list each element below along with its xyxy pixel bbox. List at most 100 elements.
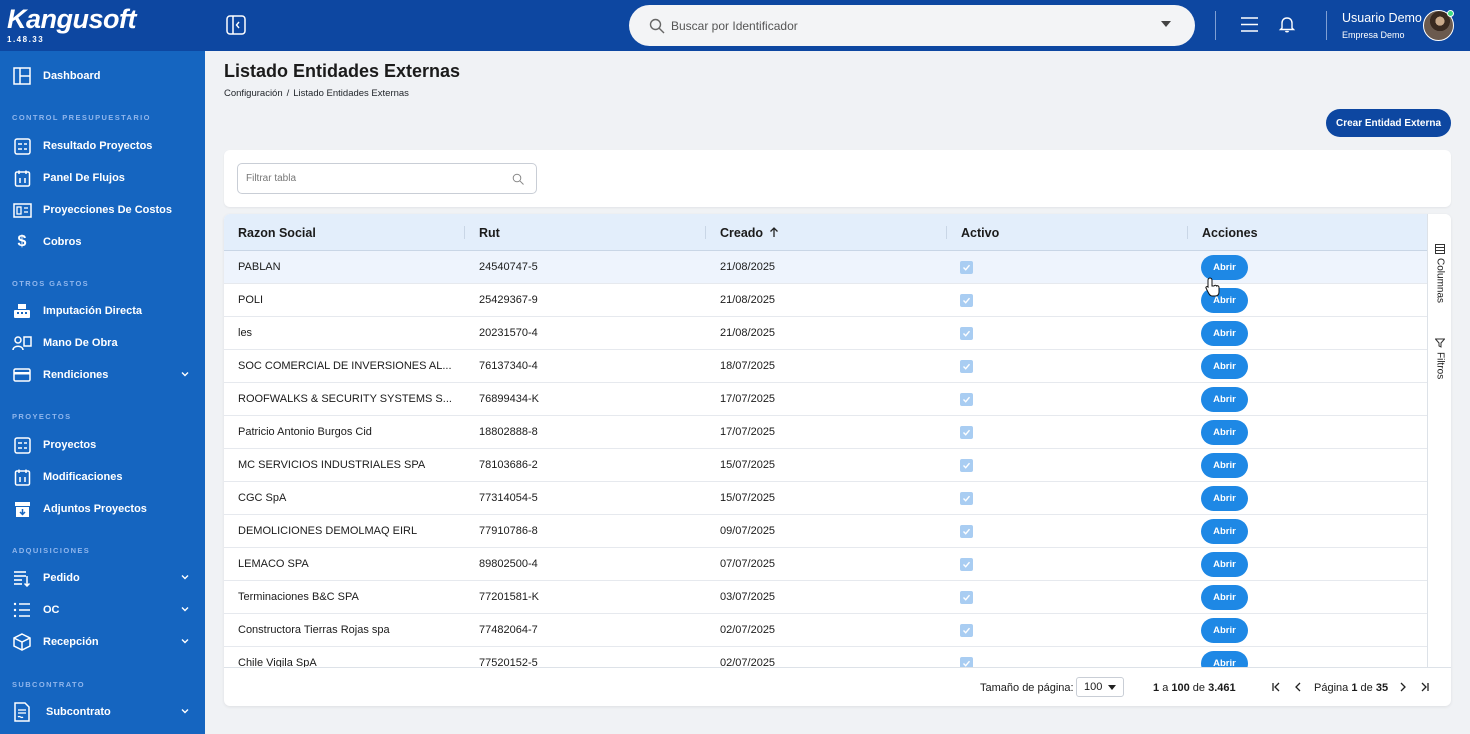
sidebar-item-subcontrato[interactable]: Subcontrato (0, 697, 205, 727)
sidebar-toggle-icon[interactable] (226, 15, 246, 35)
open-button[interactable]: Abrir (1201, 420, 1248, 445)
column-header-activo[interactable]: Activo (961, 214, 999, 251)
check-icon (963, 429, 971, 436)
open-button[interactable]: Abrir (1201, 387, 1248, 412)
modification-icon (12, 467, 32, 487)
tab-filtros[interactable]: Filtros (1428, 338, 1451, 379)
online-status-badge (1447, 10, 1454, 17)
topbar: Buscar por Identificador Usuario Demo Em… (205, 0, 1470, 51)
breadcrumb-item[interactable]: Configuración (224, 88, 283, 99)
cell-creado: 07/07/2025 (720, 558, 776, 570)
sidebar-item-imputacion-directa[interactable]: Imputación Directa (0, 296, 205, 326)
open-button[interactable]: Abrir (1201, 354, 1248, 379)
cell-rut: 18802888-8 (479, 426, 538, 438)
cell-creado: 02/07/2025 (720, 624, 776, 636)
column-header-creado[interactable]: Creado (720, 214, 779, 251)
table-row[interactable]: Terminaciones B&C SPA 77201581-K 03/07/202… (224, 581, 1427, 614)
table-filter-input[interactable]: Filtrar tabla (237, 163, 537, 194)
table-row[interactable]: SOC COMERCIAL DE INVERSIONES AL... 761373… (224, 350, 1427, 383)
section-title: CONTROL PRESUPUESTARIO (12, 113, 151, 122)
table-row[interactable]: Chile Vigila SpA 77520152-5 02/07/2025 Abri… (224, 647, 1427, 667)
search-input[interactable]: Buscar por Identificador (629, 5, 1195, 46)
sidebar-item-dashboard[interactable]: Dashboard (0, 61, 205, 91)
open-button[interactable]: Abrir (1201, 453, 1248, 478)
attachment-box-icon (12, 499, 32, 519)
table-row[interactable]: CGC SpA 77314054-5 15/07/2025 Abrir (224, 482, 1427, 515)
next-page-icon[interactable] (1396, 680, 1410, 694)
breadcrumb: Configuración / Listado Entidades Externas (224, 88, 409, 99)
previous-page-icon[interactable] (1291, 680, 1305, 694)
flow-panel-icon (12, 168, 32, 188)
table-row[interactable]: DEMOLICIONES DEMOLMAQ EIRL 77910786-8 09/0… (224, 515, 1427, 548)
search-dropdown-icon[interactable] (1161, 21, 1171, 27)
sidebar-item-label: Panel De Flujos (43, 172, 125, 184)
sidebar-item-adjuntos-proyectos[interactable]: Adjuntos Proyectos (0, 494, 205, 524)
table-row[interactable]: PABLAN 24540747-5 21/08/2025 Abrir (224, 251, 1427, 284)
column-resize-handle[interactable] (705, 226, 706, 239)
first-page-icon[interactable] (1269, 680, 1283, 694)
sidebar-item-rendiciones[interactable]: Rendiciones (0, 360, 205, 390)
create-entity-button[interactable]: Crear Entidad Externa (1326, 109, 1451, 137)
current-page: 1 (1351, 682, 1358, 694)
user-name[interactable]: Usuario Demo (1342, 11, 1422, 25)
page-word: Página (1314, 682, 1349, 694)
sidebar-item-mano-de-obra[interactable]: Mano De Obra (0, 328, 205, 358)
column-resize-handle[interactable] (946, 226, 947, 239)
last-page-icon[interactable] (1418, 680, 1432, 694)
column-header-rut[interactable]: Rut (479, 214, 500, 251)
active-checkbox (960, 360, 973, 373)
sidebar-item-label: Pedido (43, 572, 80, 584)
search-icon (649, 18, 665, 33)
range-from: 1 (1153, 682, 1160, 694)
checklist-icon (12, 600, 32, 620)
menu-icon[interactable] (1241, 16, 1258, 33)
sidebar-item-recepcion[interactable]: Recepción (0, 627, 205, 657)
table-row[interactable]: MC SERVICIOS INDUSTRIALES SPA 78103686-2 1… (224, 449, 1427, 482)
table-row[interactable]: POLI 25429367-9 21/08/2025 Abrir (224, 284, 1427, 317)
active-checkbox (960, 525, 973, 538)
sidebar-item-oc[interactable]: OC (0, 595, 205, 625)
column-resize-handle[interactable] (464, 226, 465, 239)
table-row[interactable]: ROOFWALKS & SECURITY SYSTEMS S... 7689943… (224, 383, 1427, 416)
open-button[interactable]: Abrir (1201, 552, 1248, 577)
open-button[interactable]: Abrir (1201, 519, 1248, 544)
table-row[interactable]: Patricio Antonio Burgos Cid 18802888-8 17/… (224, 416, 1427, 449)
sidebar-item-label: Proyecciones De Costos (43, 204, 172, 216)
tab-columnas[interactable]: Columnas (1428, 244, 1451, 303)
cell-rut: 25429367-9 (479, 294, 538, 306)
column-header-razon-social[interactable]: Razon Social (238, 214, 316, 251)
cell-rut: 77201581-K (479, 591, 539, 603)
sidebar-item-pedido[interactable]: Pedido (0, 563, 205, 593)
check-icon (963, 660, 971, 667)
sidebar-item-modificaciones[interactable]: Modificaciones (0, 462, 205, 492)
column-resize-handle[interactable] (1187, 226, 1188, 239)
open-button[interactable]: Abrir (1201, 618, 1248, 643)
table-row[interactable]: les 20231570-4 21/08/2025 Abrir (224, 317, 1427, 350)
dollar-icon: $ (17, 233, 27, 250)
table-row[interactable]: Constructora Tierras Rojas spa 77482064-7… (224, 614, 1427, 647)
open-button[interactable]: Abrir (1201, 651, 1248, 667)
cell-razon-social: Patricio Antonio Burgos Cid (238, 426, 372, 438)
column-header-acciones: Acciones (1202, 225, 1258, 240)
package-icon (12, 632, 32, 652)
workers-icon (12, 333, 32, 353)
dashboard-icon (12, 66, 32, 86)
page-size-select[interactable]: 100 (1076, 677, 1124, 697)
sidebar-item-cobros[interactable]: $ Cobros (0, 227, 205, 257)
brand-logo[interactable]: Kangusoft (7, 4, 205, 34)
range-to: 100 (1171, 682, 1190, 694)
sidebar-item-panel-de-flujos[interactable]: Panel De Flujos (0, 163, 205, 193)
table-row[interactable]: LEMACO SPA 89802500-4 07/07/2025 Abrir (224, 548, 1427, 581)
cell-creado: 18/07/2025 (720, 360, 776, 372)
open-button[interactable]: Abrir (1201, 585, 1248, 610)
active-checkbox (960, 426, 973, 439)
sidebar-item-proyectos[interactable]: Proyectos (0, 430, 205, 460)
sidebar-item-proyecciones-de-costos[interactable]: Proyecciones De Costos (0, 195, 205, 225)
active-checkbox (960, 327, 973, 340)
cell-razon-social: SOC COMERCIAL DE INVERSIONES AL... (238, 360, 452, 372)
active-checkbox (960, 261, 973, 274)
sidebar-item-resultado-proyectos[interactable]: Resultado Proyectos (0, 131, 205, 161)
open-button[interactable]: Abrir (1201, 321, 1248, 346)
open-button[interactable]: Abrir (1201, 486, 1248, 511)
bell-icon[interactable] (1278, 15, 1296, 33)
